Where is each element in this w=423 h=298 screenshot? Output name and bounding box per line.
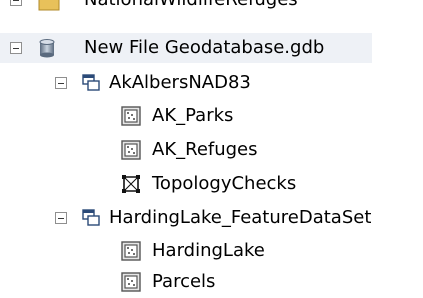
tree-item-feature-dataset[interactable]: AkAlbersNAD83 [0, 68, 423, 98]
tree-item-feature-dataset[interactable]: HardingLake_FeatureDataSet [0, 203, 423, 233]
folder-icon [38, 0, 60, 12]
tree-item-label: HardingLake_FeatureDataSet [109, 207, 372, 228]
tree-item-label: AK_Refuges [152, 139, 258, 160]
tree-item-label: New File Geodatabase.gdb [84, 37, 325, 58]
tree-item-feature-class[interactable]: AK_Refuges [0, 135, 423, 165]
tree-item-topology[interactable]: TopologyChecks [0, 169, 423, 199]
tree-item-geodatabase[interactable]: New File Geodatabase.gdb [0, 33, 372, 63]
tree-item-label: HardingLake [152, 240, 265, 261]
feature-dataset-icon [80, 72, 102, 94]
tree-item-label: NationalWildlifeRefuges [84, 0, 298, 12]
tree-item-feature-class[interactable]: Parcels [0, 267, 423, 297]
tree-item-feature-class[interactable]: HardingLake [0, 236, 423, 266]
feature-dataset-icon [80, 207, 102, 229]
collapse-toggle[interactable] [10, 42, 22, 54]
tree-item-feature-class[interactable]: AK_Parks [0, 101, 423, 131]
feature-class-icon [120, 139, 142, 161]
tree-item-label: TopologyChecks [152, 173, 297, 194]
geodatabase-icon [36, 37, 58, 59]
tree-item-partial[interactable]: NationalWildlifeRefuges [0, 0, 423, 14]
collapse-toggle[interactable] [55, 77, 67, 89]
feature-class-icon [120, 240, 142, 262]
tree-item-label: Parcels [152, 271, 216, 292]
topology-icon [120, 173, 142, 195]
feature-class-icon [120, 105, 142, 127]
feature-class-icon [120, 271, 142, 293]
collapse-toggle[interactable] [55, 212, 67, 224]
expand-toggle[interactable] [10, 0, 22, 6]
tree-item-label: AK_Parks [152, 105, 234, 126]
tree-item-label: AkAlbersNAD83 [109, 72, 251, 93]
